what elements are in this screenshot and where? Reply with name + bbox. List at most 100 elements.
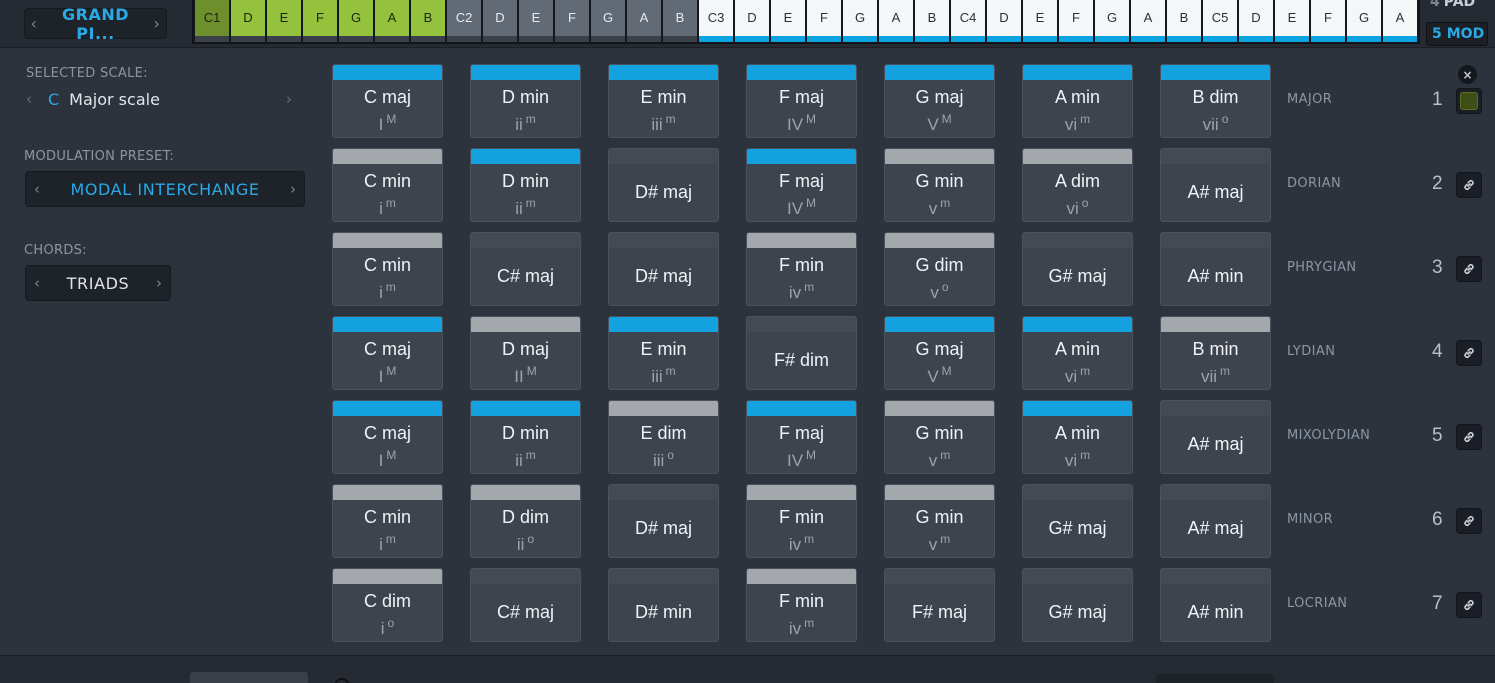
key-28[interactable]: C5 <box>1203 0 1237 42</box>
chord-pad[interactable]: C# maj <box>470 568 581 642</box>
row-link-button[interactable] <box>1456 256 1482 282</box>
chord-pad[interactable]: F maj IV M <box>746 400 857 474</box>
chord-pad[interactable]: D# maj <box>608 148 719 222</box>
key-9[interactable]: E <box>519 0 553 42</box>
key-30[interactable]: E <box>1275 0 1309 42</box>
chord-pad[interactable]: A# maj <box>1160 148 1271 222</box>
key-29[interactable]: D <box>1239 0 1273 42</box>
row-link-button[interactable] <box>1456 592 1482 618</box>
chord-pad[interactable]: C# maj <box>470 232 581 306</box>
key-4[interactable]: G <box>339 0 373 42</box>
chord-pad[interactable]: G maj V M <box>884 64 995 138</box>
chord-pad[interactable]: E min iii m <box>608 316 719 390</box>
chord-pad[interactable]: C min i m <box>332 148 443 222</box>
key-31[interactable]: F <box>1311 0 1345 42</box>
chord-pad[interactable]: F min iv m <box>746 232 857 306</box>
chord-pad[interactable]: C maj I M <box>332 316 443 390</box>
chord-pad[interactable]: B dim vii o <box>1160 64 1271 138</box>
scale-selector[interactable]: ‹ C Major scale › <box>26 86 304 112</box>
chord-pad[interactable]: A min vi m <box>1022 400 1133 474</box>
instrument-selector[interactable]: ‹ GRAND PI... › <box>24 5 167 43</box>
chord-pad[interactable]: F maj IV M <box>746 148 857 222</box>
key-16[interactable]: E <box>771 0 805 42</box>
chord-pad[interactable]: D# maj <box>608 232 719 306</box>
chord-pad[interactable]: A# maj <box>1160 484 1271 558</box>
chord-pad[interactable]: F maj IV M <box>746 64 857 138</box>
prev-instrument-icon[interactable]: ‹ <box>25 14 43 33</box>
next-instrument-icon[interactable]: › <box>148 14 166 33</box>
bottom-button-left[interactable] <box>190 672 308 683</box>
next-scale-icon[interactable]: › <box>286 90 304 108</box>
chord-pad[interactable]: D min ii m <box>470 148 581 222</box>
chord-pad[interactable]: G# maj <box>1022 484 1133 558</box>
chord-pad[interactable]: C min i m <box>332 484 443 558</box>
bottom-button-right[interactable] <box>1156 674 1274 683</box>
chord-pad[interactable]: D# min <box>608 568 719 642</box>
chord-pad[interactable]: B min vii m <box>1160 316 1271 390</box>
pad-tab[interactable]: 4 PAD <box>1426 0 1490 12</box>
chord-pad[interactable]: G# maj <box>1022 232 1133 306</box>
chord-pad[interactable]: E min iii m <box>608 64 719 138</box>
key-19[interactable]: A <box>879 0 913 42</box>
key-24[interactable]: F <box>1059 0 1093 42</box>
key-11[interactable]: G <box>591 0 625 42</box>
chord-pad[interactable]: D min ii m <box>470 64 581 138</box>
row-link-button[interactable] <box>1456 172 1482 198</box>
chord-pad[interactable]: A# min <box>1160 232 1271 306</box>
key-25[interactable]: G <box>1095 0 1129 42</box>
key-6[interactable]: B <box>411 0 445 42</box>
key-10[interactable]: F <box>555 0 589 42</box>
key-33[interactable]: A <box>1383 0 1417 42</box>
row-link-button[interactable] <box>1456 424 1482 450</box>
prev-scale-icon[interactable]: ‹ <box>26 90 44 108</box>
key-8[interactable]: D <box>483 0 517 42</box>
chord-pad[interactable]: G maj V M <box>884 316 995 390</box>
key-18[interactable]: G <box>843 0 877 42</box>
chord-pad[interactable]: A min vi m <box>1022 64 1133 138</box>
chord-pad[interactable]: G# maj <box>1022 568 1133 642</box>
chord-pad[interactable]: G min v m <box>884 400 995 474</box>
chord-pad[interactable]: C maj I M <box>332 400 443 474</box>
mod-tab[interactable]: 5 MOD <box>1426 22 1488 46</box>
next-chord-type-icon[interactable]: › <box>148 274 170 292</box>
chord-pad[interactable]: A dim vi o <box>1022 148 1133 222</box>
key-5[interactable]: A <box>375 0 409 42</box>
key-23[interactable]: E <box>1023 0 1057 42</box>
chord-pad[interactable]: D min ii m <box>470 400 581 474</box>
chord-pad[interactable]: A# maj <box>1160 400 1271 474</box>
prev-preset-icon[interactable]: ‹ <box>26 180 48 198</box>
chord-pad[interactable]: C dim i o <box>332 568 443 642</box>
chords-type-selector[interactable]: ‹ TRIADS › <box>25 265 171 301</box>
close-icon[interactable]: × <box>1458 65 1477 84</box>
key-17[interactable]: F <box>807 0 841 42</box>
key-15[interactable]: D <box>735 0 769 42</box>
chord-pad[interactable]: F# dim <box>746 316 857 390</box>
row-link-button[interactable] <box>1456 340 1482 366</box>
chord-pad[interactable]: D maj II M <box>470 316 581 390</box>
row-link-button[interactable] <box>1456 508 1482 534</box>
key-22[interactable]: D <box>987 0 1021 42</box>
key-32[interactable]: G <box>1347 0 1381 42</box>
key-14[interactable]: C3 <box>699 0 733 42</box>
key-12[interactable]: A <box>627 0 661 42</box>
key-27[interactable]: B <box>1167 0 1201 42</box>
chord-pad[interactable]: G min v m <box>884 484 995 558</box>
key-20[interactable]: B <box>915 0 949 42</box>
chord-pad[interactable]: C min i m <box>332 232 443 306</box>
chord-pad[interactable]: E dim iii o <box>608 400 719 474</box>
prev-chord-type-icon[interactable]: ‹ <box>26 274 48 292</box>
key-21[interactable]: C4 <box>951 0 985 42</box>
chord-pad[interactable]: F min iv m <box>746 568 857 642</box>
key-0[interactable]: C1 <box>195 0 229 42</box>
modulation-preset-selector[interactable]: ‹ MODAL INTERCHANGE › <box>25 171 305 207</box>
key-13[interactable]: B <box>663 0 697 42</box>
row-active-toggle[interactable] <box>1456 88 1482 114</box>
chord-pad[interactable]: G dim v o <box>884 232 995 306</box>
chord-pad[interactable]: D dim ii o <box>470 484 581 558</box>
key-7[interactable]: C2 <box>447 0 481 42</box>
chord-pad[interactable]: A# min <box>1160 568 1271 642</box>
next-preset-icon[interactable]: › <box>282 180 304 198</box>
chord-pad[interactable]: G min v m <box>884 148 995 222</box>
key-3[interactable]: F <box>303 0 337 42</box>
chord-pad[interactable]: A min vi m <box>1022 316 1133 390</box>
